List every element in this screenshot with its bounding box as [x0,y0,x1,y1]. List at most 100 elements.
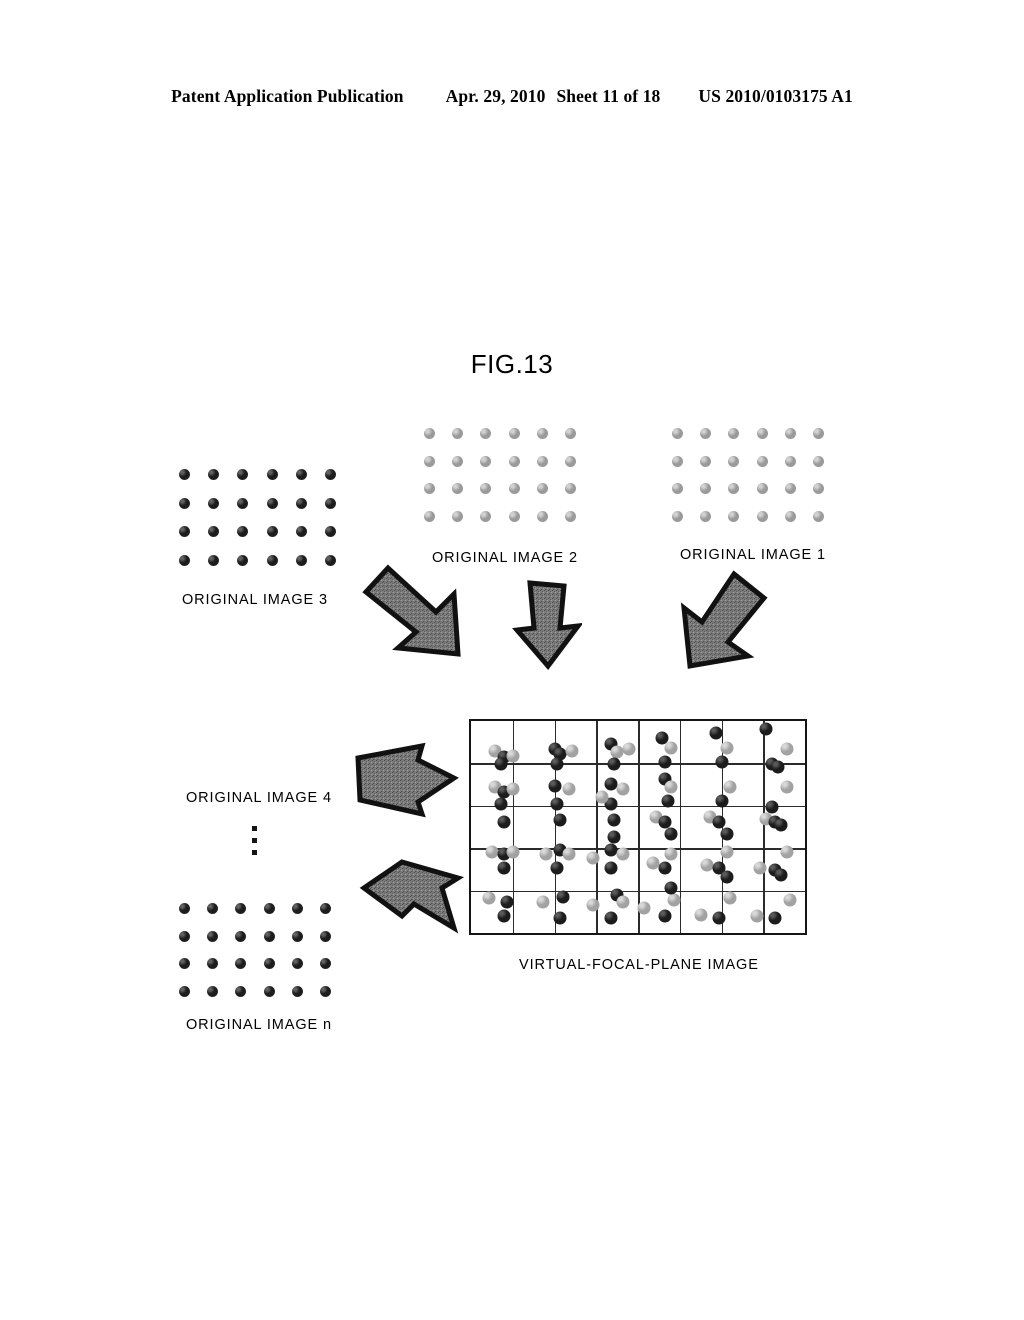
virtual-focal-plane-dot [586,851,600,865]
virtual-focal-plane-dot [616,782,630,796]
virtual-focal-plane-dot [715,794,728,807]
grid-dot [295,526,307,538]
virtual-focal-plane-dot [497,815,511,829]
grid-dot [179,526,191,538]
virtual-focal-plane-dot [556,890,570,904]
virtual-focal-plane-dot [494,797,508,811]
grid-dot [813,428,825,440]
grid-dot [784,428,796,440]
virtual-focal-plane-image [469,719,807,935]
ellipsis-dot [251,838,257,843]
grid-dot [536,455,548,467]
virtual-focal-plane-dot [482,891,496,905]
grid-dot [263,985,275,997]
virtual-focal-plane-dot [712,815,726,829]
virtual-focal-plane-dot [586,898,600,912]
grid-dot [206,985,218,997]
ellipsis-dot [251,850,257,855]
grid-dot [813,455,825,467]
arrow-down-icon [512,578,582,670]
grid-dot [784,510,796,522]
grid-dot [266,526,278,538]
grid-dot [728,483,740,495]
arrow-down-left-icon [678,570,770,670]
dot-grid-original-image-1 [663,420,833,530]
virtual-focal-plane-dot [637,901,651,915]
grid-dot [295,468,307,480]
virtual-focal-plane-dot [780,742,794,756]
grid-dot [565,455,577,467]
grid-dot [206,930,218,942]
virtual-focal-plane-dot [700,858,714,872]
grid-dot [699,510,711,522]
grid-dot [291,985,303,997]
grid-dot [178,985,190,997]
arrow-right-icon [352,740,460,818]
virtual-focal-plane-dot [774,868,788,882]
grid-dot [480,510,492,522]
virtual-focal-plane-dot [562,847,576,860]
dot-grid-original-image-2 [415,420,585,530]
virtual-focal-plane-dot [604,911,618,925]
grid-dot [756,455,768,467]
virtual-focal-plane-dot [506,749,520,763]
virtual-focal-plane-dot [783,893,797,907]
grid-dot [508,483,520,495]
grid-dot [784,483,796,495]
virtual-focal-plane-dot [565,744,579,758]
grid-dot [451,428,463,440]
grid-dot [536,428,548,440]
grid-dot [728,455,740,467]
virtual-focal-plane-dot [607,757,621,771]
grid-dot [671,428,683,440]
figure-title: FIG.13 [470,349,554,379]
grid-dot [480,455,492,467]
grid-dot [263,930,275,942]
virtual-focal-plane-dot [616,895,630,909]
grid-dot [480,428,492,440]
grid-dot [480,483,492,495]
grid-dot [208,555,220,567]
header-publication: Patent Application Publication [171,86,404,106]
grid-dot [178,930,190,942]
grid-dot [263,903,275,915]
grid-dot [266,555,278,567]
grid-dot [237,555,249,567]
grid-dot [291,903,303,915]
caption-original-image-4: ORIGINAL IMAGE 4 [186,790,333,806]
virtual-focal-plane-dot [750,909,764,923]
grid-dot [324,555,336,567]
grid-dot [756,428,768,440]
caption-original-image-1: ORIGINAL IMAGE 1 [680,547,827,563]
grid-dot [266,497,278,509]
virtual-focal-plane-dot [658,909,672,923]
grid-dot [728,428,740,440]
virtual-focal-plane-dot [720,827,734,841]
virtual-focal-plane-dot [658,861,672,875]
virtual-focal-plane-dot [759,722,773,736]
virtual-focal-plane-dot [723,780,737,794]
grid-dot [565,483,577,495]
grid-dot [699,455,711,467]
grid-dot [784,455,796,467]
virtual-focal-plane-dot [550,757,564,771]
ellipsis-dot [251,826,257,831]
grid-dot [699,483,711,495]
virtual-focal-plane-dot [723,891,737,905]
vertical-ellipsis [249,826,259,855]
grid-dot [423,428,435,440]
virtual-focal-plane-dot [553,813,567,827]
grid-dot [671,483,683,495]
virtual-focal-plane-dot [607,830,621,844]
virtual-focal-plane-dot [622,742,636,756]
virtual-focal-plane-dot [771,760,785,774]
virtual-focal-plane-dot [664,847,678,860]
header-date: Apr. 29, 2010 [445,86,546,106]
virtual-focal-plane-dot [604,861,618,875]
virtual-focal-plane-dot [616,847,630,860]
virtual-focal-plane-dot [500,895,514,909]
grid-dot [423,455,435,467]
grid-dot [178,903,190,915]
virtual-focal-plane-dots [471,721,805,933]
grid-dot [235,958,247,970]
